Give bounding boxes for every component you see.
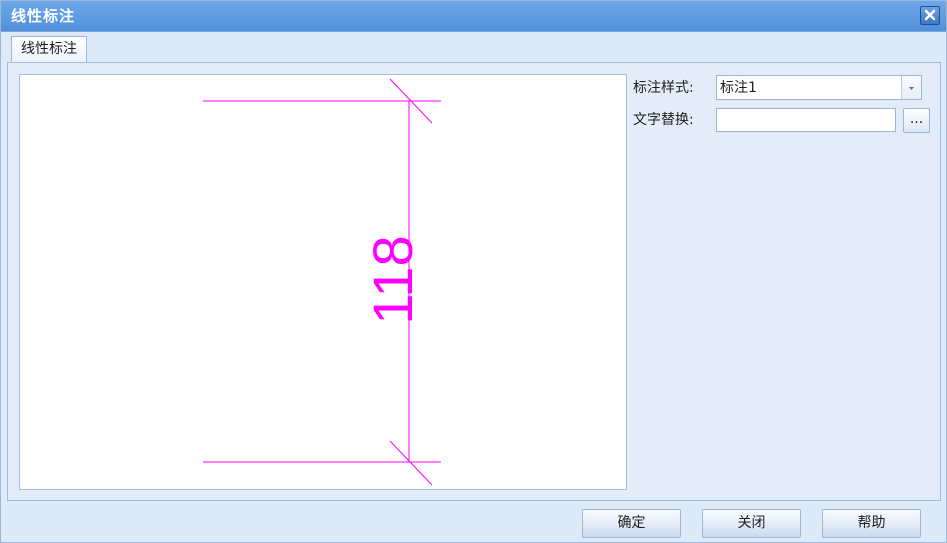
text-replace-input[interactable]	[716, 108, 896, 132]
close-dialog-button[interactable]: 关闭	[702, 509, 801, 538]
chevron-down-icon	[909, 87, 914, 90]
dimension-preview: 118	[19, 74, 627, 490]
dialog-window: 线性标注 线性标注 118 标注样式: 标注1 文字替换: ... 确定 关闭 …	[0, 0, 947, 543]
close-icon	[924, 9, 936, 21]
tab-linear-dimension[interactable]: 线性标注	[11, 36, 87, 63]
dimension-value: 118	[361, 235, 424, 324]
style-select-value: 标注1	[720, 80, 757, 96]
window-title: 线性标注	[11, 7, 76, 25]
tab-label: 线性标注	[21, 41, 77, 57]
confirm-button[interactable]: 确定	[582, 509, 681, 538]
bottom-tick-mark	[389, 440, 433, 486]
browse-button-label: ...	[909, 111, 924, 127]
help-button[interactable]: 帮助	[822, 509, 921, 538]
window-titlebar: 线性标注	[1, 1, 946, 32]
style-dropdown-button[interactable]	[901, 76, 921, 99]
close-button[interactable]	[920, 6, 940, 25]
confirm-button-label: 确定	[617, 515, 646, 531]
text-replace-label: 文字替换:	[633, 112, 694, 128]
dimension-drawing: 118	[203, 78, 441, 486]
style-select[interactable]: 标注1	[716, 75, 922, 100]
close-dialog-button-label: 关闭	[737, 515, 766, 531]
style-label: 标注样式:	[633, 80, 694, 96]
help-button-label: 帮助	[857, 515, 886, 531]
browse-button[interactable]: ...	[903, 108, 930, 133]
